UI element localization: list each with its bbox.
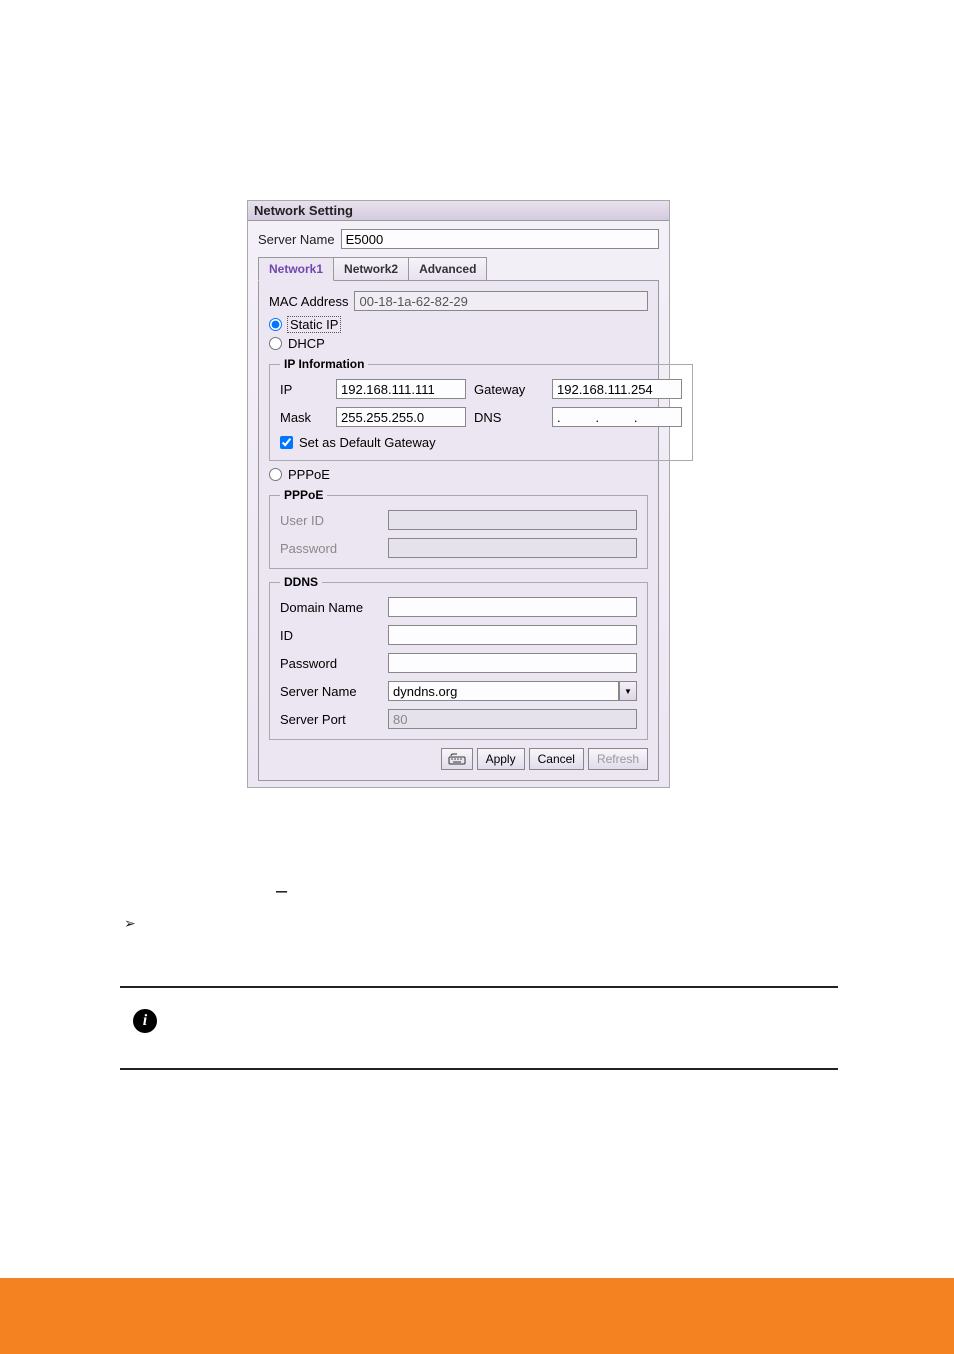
tab-advanced[interactable]: Advanced [408,257,487,281]
mask-input[interactable] [336,407,466,427]
radio-dhcp-row[interactable]: DHCP [269,336,648,351]
pppoe-legend: PPPoE [280,488,327,502]
default-gateway-row[interactable]: Set as Default Gateway [280,435,682,450]
arrow-bullet-icon: ➢ [124,915,136,932]
dns-label: DNS [474,410,544,425]
ddns-server-name-select[interactable]: ▼ [388,681,637,701]
mac-row: MAC Address [269,291,648,311]
mask-label: Mask [280,410,328,425]
pppoe-user-id-label: User ID [280,513,380,528]
server-name-label: Server Name [258,232,335,247]
ip-label: IP [280,382,328,397]
ddns-legend: DDNS [280,575,322,589]
keyboard-button[interactable] [441,748,473,770]
divider-bottom [120,1068,838,1070]
server-name-row: Server Name [258,229,659,249]
radio-pppoe-row[interactable]: PPPoE [269,467,648,482]
info-section [120,986,838,1070]
apply-button[interactable]: Apply [477,748,525,770]
pppoe-password-label: Password [280,541,380,556]
server-name-input[interactable] [341,229,659,249]
tab-network2[interactable]: Network2 [333,257,409,281]
ddns-server-name-value[interactable] [388,681,619,701]
button-row: Apply Cancel Refresh [269,748,648,770]
ddns-server-port-input [388,709,637,729]
ddns-grid: Domain Name ID Password Server Name ▼ Se… [280,597,637,729]
cancel-button[interactable]: Cancel [529,748,584,770]
network-setting-window: Network Setting Server Name Network1 Net… [247,200,670,788]
ddns-id-label: ID [280,628,380,643]
ddns-password-input[interactable] [388,653,637,673]
ddns-domain-name-label: Domain Name [280,600,380,615]
window-content: Server Name Network1 Network2 Advanced M… [248,221,669,787]
tab-network1[interactable]: Network1 [258,257,334,281]
info-icon: i [133,1009,157,1033]
dash-text: – [276,880,287,903]
ip-information-fieldset: IP Information IP Gateway Mask DNS Set a… [269,357,693,461]
pppoe-password-input [388,538,637,558]
mac-address-label: MAC Address [269,294,348,309]
ddns-fieldset: DDNS Domain Name ID Password Server Name… [269,575,648,740]
refresh-button: Refresh [588,748,648,770]
gateway-label: Gateway [474,382,544,397]
radio-static-ip[interactable] [269,318,282,331]
dns-input[interactable] [552,407,682,427]
chevron-down-icon[interactable]: ▼ [619,681,637,701]
ddns-id-input[interactable] [388,625,637,645]
radio-pppoe[interactable] [269,468,282,481]
default-gateway-label: Set as Default Gateway [299,435,436,450]
radio-pppoe-label: PPPoE [288,467,330,482]
radio-dhcp[interactable] [269,337,282,350]
footer-bar [0,1278,954,1354]
ddns-password-label: Password [280,656,380,671]
keyboard-icon [448,753,466,765]
window-title: Network Setting [248,201,669,221]
ddns-domain-name-input[interactable] [388,597,637,617]
ip-grid: IP Gateway Mask DNS [280,379,682,427]
ddns-server-port-label: Server Port [280,712,380,727]
default-gateway-checkbox[interactable] [280,436,293,449]
pppoe-grid: User ID Password [280,510,637,558]
radio-static-ip-row[interactable]: Static IP [269,317,648,332]
pppoe-fieldset: PPPoE User ID Password [269,488,648,569]
mac-address-input [354,291,648,311]
gateway-input[interactable] [552,379,682,399]
radio-dhcp-label: DHCP [288,336,325,351]
tabs: Network1 Network2 Advanced [258,257,659,281]
ip-information-legend: IP Information [280,357,368,371]
radio-static-ip-label: Static IP [288,317,340,332]
ddns-server-name-label: Server Name [280,684,380,699]
ip-input[interactable] [336,379,466,399]
tab-panel-network1: MAC Address Static IP DHCP IP Informatio… [258,280,659,781]
pppoe-user-id-input [388,510,637,530]
